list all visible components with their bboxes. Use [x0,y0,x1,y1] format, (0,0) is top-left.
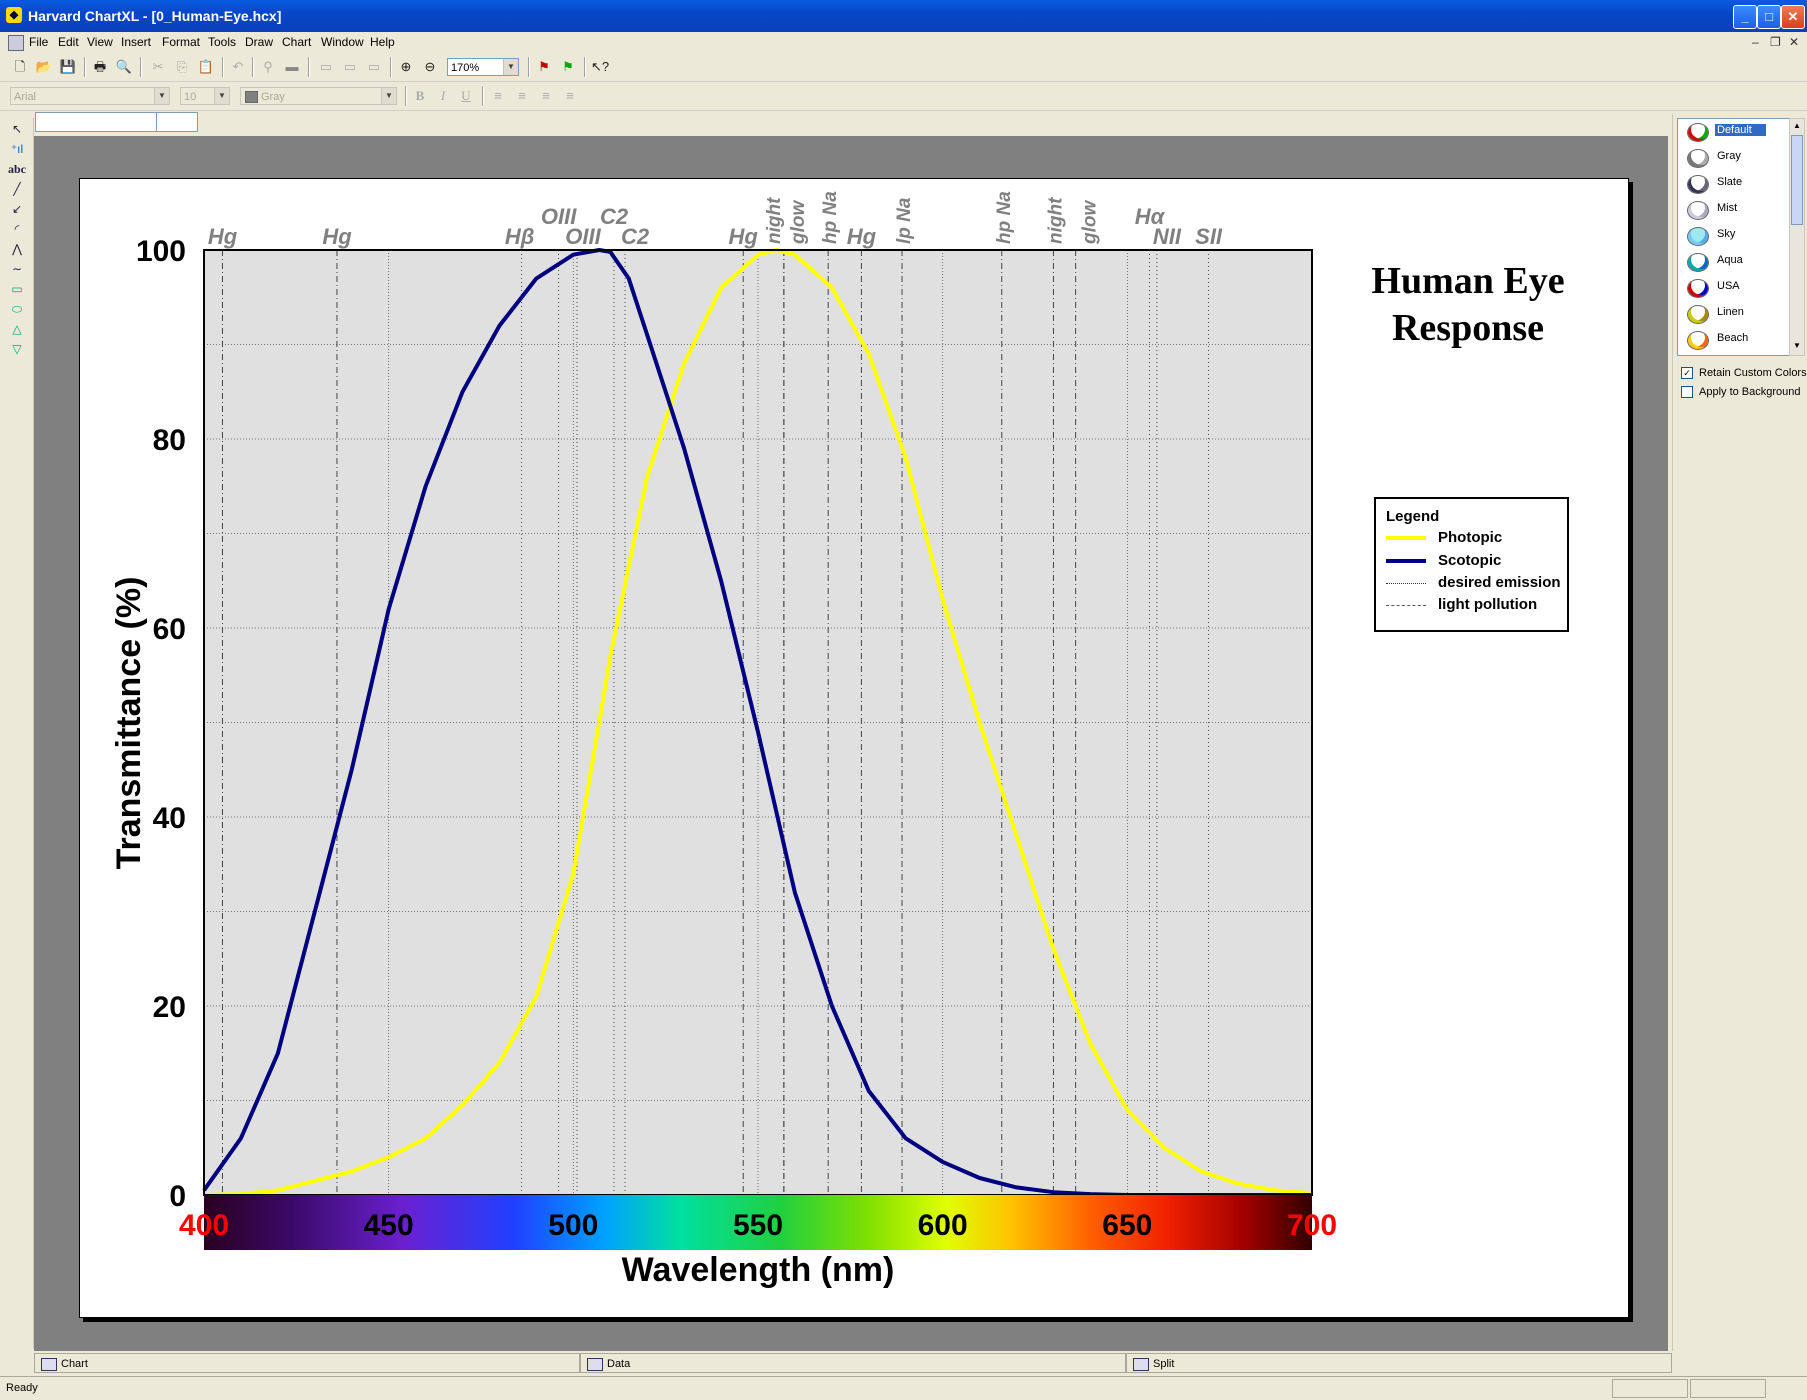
legend-label: light pollution [1438,596,1538,613]
color-scheme-item[interactable]: USA [1687,276,1797,298]
palette-icon [1687,331,1709,350]
tab-split-label: Split [1153,1358,1175,1370]
tab-split[interactable]: Split [1126,1353,1672,1373]
color-scheme-item[interactable]: Sky [1687,224,1797,246]
data-tab-icon [587,1358,603,1371]
emission-labels: Hg Hg HβOIIIOIIIC2C2 Hg night glow hp Na Hg lp N… [208,191,1223,249]
color-scheme-item[interactable]: Linen [1687,302,1797,324]
legend-swatch [1386,583,1426,584]
palette-icon [1687,305,1709,324]
legend-swatch [1386,605,1426,606]
x-tick-label: 550 [733,1209,783,1242]
tab-data[interactable]: Data [580,1353,1126,1373]
palette-icon [1687,175,1709,194]
tab-data-label: Data [607,1358,631,1370]
legend-swatch [1386,559,1426,563]
color-scheme-label: Slate [1717,176,1743,188]
palette-icon [1687,279,1709,298]
apply-to-background-label: Apply to Background [1699,386,1801,398]
chart: 020406080100400 450 500 550 600 650 700 Hg Hg Hβ… [110,191,1337,1289]
emission-label: Hβ [505,224,535,249]
x-axis-title: Wavelength (nm) [622,1251,895,1289]
emission-label: OIII [565,224,601,249]
legend-item-scotopic: Scotopic [1386,552,1566,572]
palette-icon [1687,227,1709,246]
split-tab-icon [1133,1358,1149,1371]
chart-legend[interactable]: Legend Photopic Scotopic desired emissio… [1374,497,1569,632]
y-tick-label: 20 [153,991,186,1024]
legend-swatch [1386,536,1426,540]
color-scheme-label: USA [1717,280,1740,292]
palette-icon [1687,201,1709,220]
x-tick-label: 450 [364,1209,414,1242]
color-scheme-panel: ▲ ▼ Default Gray Slate Mist Sky Aqua USA Linen B… [1672,114,1807,1351]
color-scheme-label: Gray [1717,150,1741,162]
legend-label: Photopic [1438,529,1503,546]
color-scheme-item[interactable]: Slate [1687,172,1797,194]
status-text: Ready [6,1382,38,1394]
y-axis-title: Transmittance (%) [110,577,148,870]
apply-to-background-checkbox[interactable]: Apply to Background [1681,386,1801,399]
emission-label: hp Na [820,191,841,244]
emission-label: night [764,197,785,244]
legend-item-photopic: Photopic [1386,529,1566,549]
color-scheme-item[interactable]: Default [1687,120,1797,142]
legend-item-light-pollution: light pollution [1386,596,1566,616]
tab-chart[interactable]: Chart [34,1353,580,1373]
color-scheme-item[interactable]: Beach [1687,328,1797,350]
color-scheme-item[interactable]: Aqua [1687,250,1797,272]
x-tick-label: 500 [548,1209,598,1242]
legend-label: Scotopic [1438,552,1502,569]
emission-label: night [1046,197,1067,244]
color-scheme-label: Sky [1717,228,1736,240]
chart-title: Human Eye Response [1371,260,1565,349]
emission-label: glow [788,200,809,245]
emission-label: Hg [322,224,352,249]
palette-icon [1687,253,1709,272]
empty-checkbox-icon [1681,386,1693,399]
emission-label: Hg [729,224,759,249]
emission-label: glow [1080,200,1101,245]
legend-title: Legend [1386,508,1440,525]
retain-custom-colors-label: Retain Custom Colors [1699,367,1807,379]
status-panel [1690,1379,1766,1398]
emission-label: NII [1153,224,1182,249]
emission-label: Hg [208,224,238,249]
legend-label: desired emission [1438,574,1561,591]
emission-label: SII [1195,224,1223,249]
chart-tab-icon [41,1358,57,1371]
color-scheme-label: Aqua [1717,254,1743,266]
emission-label: hp Na [994,191,1015,244]
emission-label: lp Na [894,197,915,244]
tab-chart-label: Chart [61,1358,88,1370]
x-tick-label: 700 [1287,1209,1337,1242]
color-scheme-label: Linen [1717,306,1744,318]
emission-label: Hg [847,224,877,249]
x-tick-label: 400 [179,1209,229,1242]
color-scheme-label: Beach [1717,332,1749,344]
color-scheme-label: Default [1715,124,1766,136]
y-tick-label: 40 [153,802,186,835]
y-tick-label: 60 [153,613,186,646]
color-scheme-label: Mist [1717,202,1738,214]
status-panel [1612,1379,1688,1398]
color-scheme-item[interactable]: Gray [1687,146,1797,168]
palette-icon [1687,123,1709,142]
retain-custom-colors-checkbox[interactable]: ✓ Retain Custom Colors [1681,367,1807,380]
status-bar: Ready [0,1376,1807,1400]
x-tick-label: 600 [918,1209,968,1242]
color-scheme-item[interactable]: Mist [1687,198,1797,220]
x-tick-label: 650 [1102,1209,1152,1242]
palette-icon [1687,149,1709,168]
emission-label: C2 [621,224,650,249]
y-tick-label: 100 [136,235,186,268]
y-tick-label: 80 [153,424,186,457]
legend-item-desired-emission: desired emission [1386,574,1566,594]
checkmark-icon: ✓ [1681,367,1693,380]
